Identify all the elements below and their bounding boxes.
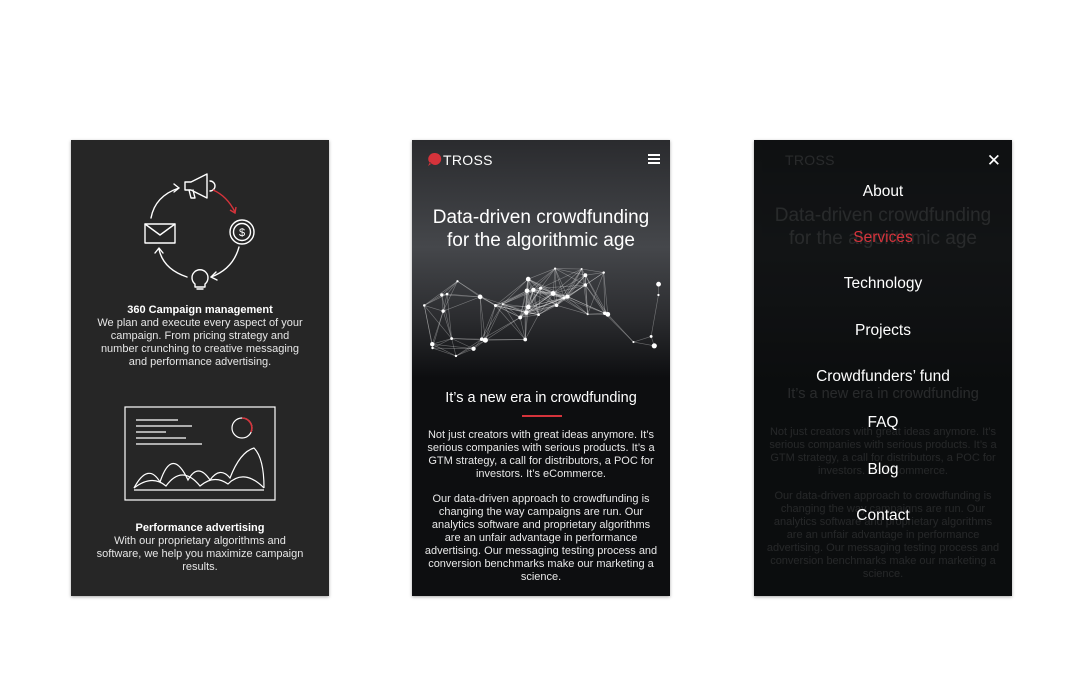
network-node (525, 276, 531, 282)
network-node (493, 303, 498, 308)
network-link (451, 338, 474, 349)
network-node (657, 293, 660, 297)
menu-item-services[interactable]: Services (754, 229, 1012, 247)
heading-underline (522, 415, 562, 417)
home-phone-screen: TROSS Data-driven crowdfunding for the a… (412, 140, 670, 596)
approach-paragraph: Our data-driven approach to crowdfunding… (424, 493, 658, 583)
hero-title: Data-driven crowdfunding for the algorit… (432, 207, 650, 251)
network-node (583, 283, 588, 287)
network-node (525, 304, 531, 310)
network-link (552, 268, 556, 294)
network-node (651, 343, 657, 349)
network-link (424, 305, 452, 339)
network-node (456, 280, 459, 283)
network-visual (423, 267, 661, 358)
network-link (455, 348, 474, 357)
network-node (524, 288, 530, 293)
network-node (423, 304, 426, 307)
logo-mark-icon (428, 152, 442, 166)
network-node (553, 267, 557, 270)
network-link (633, 336, 652, 343)
network-node (586, 313, 589, 316)
network-link (481, 303, 503, 340)
network-node (632, 340, 635, 344)
analytics-dashboard-icon (124, 406, 276, 501)
network-node (602, 271, 605, 274)
network-link (424, 281, 458, 306)
network-node (477, 294, 483, 300)
network-link (581, 268, 604, 273)
menu-phone-screen: TROSS Data-driven crowdfunding for the a… (754, 140, 1012, 596)
network-node (430, 342, 435, 347)
campaign-cycle-icon: $ (144, 173, 255, 290)
network-node (445, 292, 449, 296)
network-node (565, 294, 570, 299)
network-node (537, 313, 540, 317)
network-node (501, 303, 504, 306)
network-link (432, 347, 457, 357)
network-node (441, 309, 445, 313)
network-node (649, 334, 653, 338)
network-link (432, 343, 457, 357)
menu-item-technology[interactable]: Technology (754, 275, 1012, 293)
network-node (580, 267, 583, 271)
services-phone-screen: $ 360 Campaign management We plan and ex… (71, 140, 329, 596)
network-node (482, 337, 488, 343)
network-node (539, 286, 543, 290)
network-link (481, 317, 521, 340)
close-icon[interactable]: ✕ (987, 152, 1001, 169)
menu-item-blog[interactable]: Blog (754, 461, 1012, 479)
network-link (451, 338, 457, 357)
section-heading: It’s a new era in crowdfunding (445, 390, 637, 406)
network-node (471, 346, 476, 351)
network-node (523, 337, 528, 342)
network-link (585, 272, 604, 276)
network-node (562, 296, 566, 300)
menu-item-projects[interactable]: Projects (754, 322, 1012, 340)
network-node (440, 293, 444, 297)
network-link (423, 305, 433, 349)
network-node (550, 290, 556, 296)
network-node (479, 337, 484, 342)
service-description: We plan and execute every aspect of your… (97, 317, 303, 368)
network-node (518, 315, 523, 320)
network-link (455, 338, 482, 357)
network-link (633, 341, 655, 347)
network-node (583, 273, 588, 278)
network-link (451, 338, 482, 340)
hamburger-menu-icon[interactable] (648, 154, 660, 164)
network-link (424, 305, 444, 312)
hero-banner: TROSS Data-driven crowdfunding for the a… (412, 140, 670, 378)
network-node (454, 354, 458, 358)
network-node (603, 311, 607, 316)
menu-item-faq[interactable]: FAQ (754, 414, 1012, 432)
logo-text: TROSS (443, 152, 493, 168)
network-node (656, 281, 661, 287)
service-description: With our proprietary algorithms and soft… (96, 535, 304, 573)
network-node (450, 337, 454, 340)
network-node (524, 311, 527, 314)
network-link (604, 313, 634, 343)
service-title: 360 Campaign management (127, 304, 273, 316)
logo[interactable]: TROSS (428, 152, 493, 168)
service-title: Performance advertising (135, 522, 265, 534)
network-node (431, 346, 434, 350)
network-link (650, 294, 659, 337)
menu-item-crowdfunders-fund[interactable]: Crowdfunders’ fund (754, 368, 1012, 386)
menu-item-about[interactable]: About (754, 183, 1012, 201)
intro-paragraph: Not just creators with great ideas anymo… (427, 429, 655, 480)
menu-item-contact[interactable]: Contact (754, 507, 1012, 525)
network-node (531, 287, 536, 292)
svg-text:$: $ (239, 227, 245, 239)
network-node (554, 303, 559, 308)
network-link (441, 294, 452, 339)
